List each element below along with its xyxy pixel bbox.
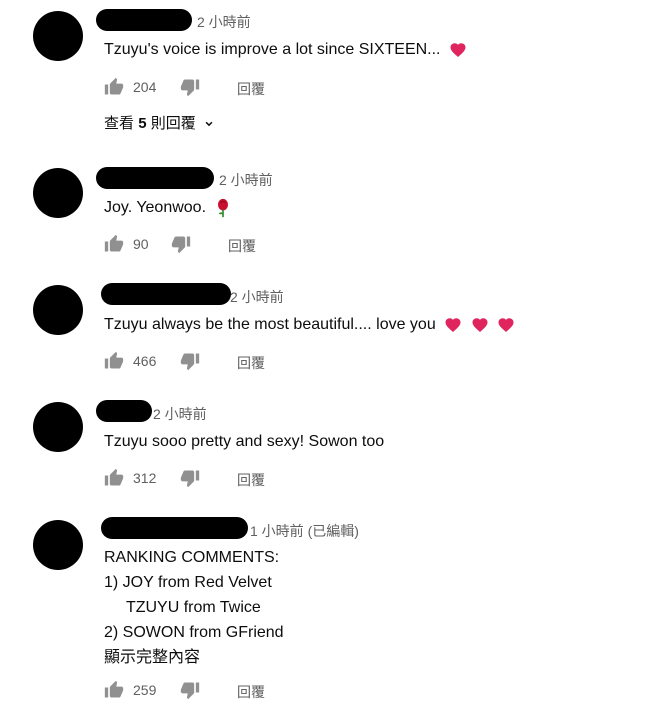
chevron-down-icon bbox=[205, 121, 213, 127]
comment-text: RANKING COMMENTS: 1) JOY from Red Velvet… bbox=[104, 545, 284, 670]
reply-button[interactable]: 回覆 bbox=[237, 470, 265, 490]
redacted-username bbox=[96, 9, 192, 31]
comment-timestamp[interactable]: 2 小時前 bbox=[230, 287, 284, 307]
comment-actions: 312 回覆 bbox=[104, 468, 404, 492]
comment-actions: 259 回覆 bbox=[104, 680, 404, 704]
comment-timestamp[interactable]: 2 小時前 bbox=[219, 170, 273, 190]
comment-text: Joy. Yeonwoo. bbox=[104, 195, 232, 220]
comment-actions: 466 回覆 bbox=[104, 351, 404, 375]
thumbs-up-icon[interactable] bbox=[104, 77, 124, 97]
redacted-username bbox=[101, 283, 231, 305]
avatar[interactable] bbox=[33, 520, 83, 570]
reply-count: 5 bbox=[138, 115, 147, 132]
thumbs-up-icon[interactable] bbox=[104, 468, 124, 488]
avatar[interactable] bbox=[33, 402, 83, 452]
comment-timestamp[interactable]: 1 小時前 (已編輯) bbox=[250, 521, 359, 541]
comment-text: Tzuyu's voice is improve a lot since SIX… bbox=[104, 37, 467, 62]
avatar[interactable] bbox=[33, 11, 83, 61]
heart-emoji-icon bbox=[449, 41, 467, 59]
thumbs-down-icon[interactable] bbox=[180, 77, 200, 97]
like-count: 204 bbox=[133, 79, 157, 95]
comment-text: Tzuyu sooo pretty and sexy! Sowon too bbox=[104, 433, 385, 450]
show-more-link[interactable]: 顯示完整內容 bbox=[104, 645, 284, 670]
redacted-username bbox=[96, 400, 152, 422]
heart-emoji-icon bbox=[497, 316, 515, 334]
comment-text: Tzuyu always be the most beautiful.... l… bbox=[104, 312, 515, 337]
avatar[interactable] bbox=[33, 285, 83, 335]
reply-button[interactable]: 回覆 bbox=[237, 682, 265, 702]
comment-actions: 90 回覆 bbox=[104, 234, 404, 258]
comment-timestamp[interactable]: 2 小時前 bbox=[197, 12, 251, 32]
like-count: 90 bbox=[133, 236, 149, 252]
like-count: 259 bbox=[133, 682, 157, 698]
thumbs-up-icon[interactable] bbox=[104, 680, 124, 700]
view-replies-button[interactable]: 查看 5 則回覆 bbox=[104, 112, 216, 133]
redacted-username bbox=[101, 517, 248, 539]
heart-emoji-icon bbox=[444, 316, 462, 334]
heart-emoji-icon bbox=[471, 316, 489, 334]
thumbs-down-icon[interactable] bbox=[180, 468, 200, 488]
avatar[interactable] bbox=[33, 168, 83, 218]
redacted-username bbox=[96, 167, 214, 189]
thumbs-up-icon[interactable] bbox=[104, 351, 124, 371]
like-count: 312 bbox=[133, 470, 157, 486]
rose-emoji-icon bbox=[218, 198, 229, 217]
like-count: 466 bbox=[133, 353, 157, 369]
thumbs-down-icon[interactable] bbox=[171, 234, 191, 254]
reply-button[interactable]: 回覆 bbox=[237, 353, 265, 373]
comment-timestamp[interactable]: 2 小時前 bbox=[153, 404, 207, 424]
comment-actions: 204 回覆 bbox=[104, 77, 404, 101]
thumbs-down-icon[interactable] bbox=[180, 680, 200, 700]
reply-button[interactable]: 回覆 bbox=[228, 236, 256, 256]
reply-button[interactable]: 回覆 bbox=[237, 79, 265, 99]
thumbs-down-icon[interactable] bbox=[180, 351, 200, 371]
thumbs-up-icon[interactable] bbox=[104, 234, 124, 254]
